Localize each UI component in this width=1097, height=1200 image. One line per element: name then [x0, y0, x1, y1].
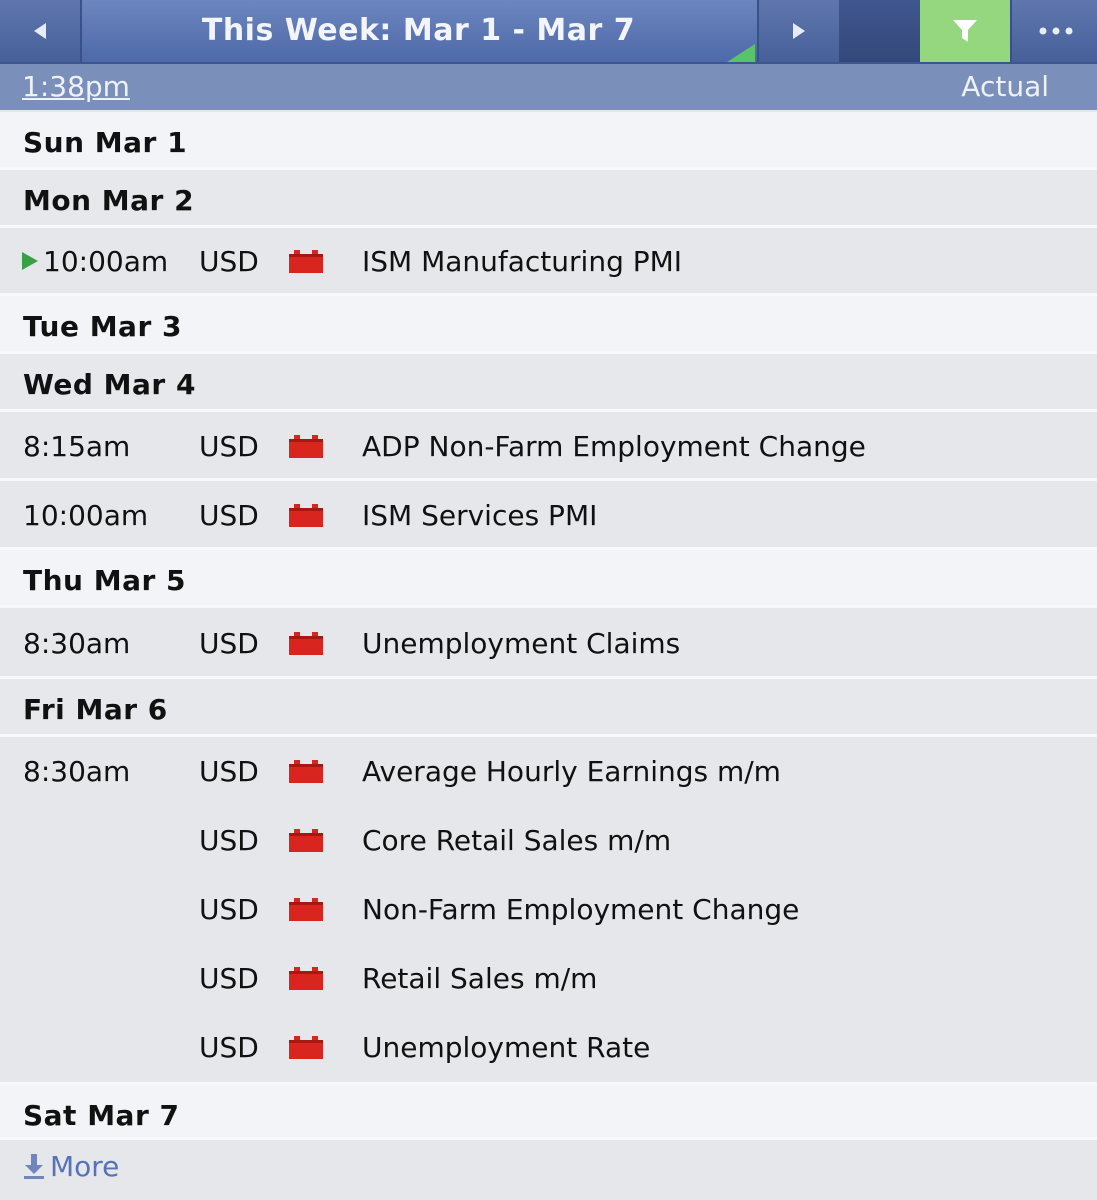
day-label: Mon Mar 2 [23, 184, 195, 217]
day-label: Thu Mar 5 [23, 564, 187, 597]
week-title-button[interactable]: This Week: Mar 1 - Mar 7 [82, 0, 755, 62]
toolbar-spacer [839, 0, 920, 62]
current-time-link[interactable]: 1:38pm [22, 70, 130, 103]
funnel-icon [953, 20, 977, 42]
red-folder-impact-icon [289, 250, 323, 273]
next-event-play-icon [22, 252, 38, 270]
previous-week-button[interactable] [0, 0, 82, 62]
event-name: Core Retail Sales m/m [362, 824, 672, 857]
event-time: 8:30am [23, 627, 131, 660]
day-label: Fri Mar 6 [23, 693, 168, 726]
event-row[interactable]: USD Average Hourly Earnings m/m [0, 737, 1097, 806]
day-label: Tue Mar 3 [23, 310, 182, 343]
day-header: Fri Mar 6 [0, 679, 1097, 737]
day-label: Sat Mar 7 [23, 1099, 180, 1132]
event-currency: USD [199, 1031, 259, 1064]
event-time: 8:15am [23, 430, 131, 463]
event-name: ISM Manufacturing PMI [362, 245, 683, 278]
red-folder-impact-icon [289, 898, 323, 921]
event-name: ADP Non-Farm Employment Change [362, 430, 866, 463]
event-row[interactable]: USD Retail Sales m/m [0, 944, 1097, 1013]
red-folder-impact-icon [289, 1036, 323, 1059]
event-group: 8:30am USD Average Hourly Earnings m/m U… [0, 737, 1097, 1082]
event-row[interactable]: 8:30am USD Unemployment Claims [0, 608, 1097, 679]
event-currency: USD [199, 755, 259, 788]
week-title: This Week: Mar 1 - Mar 7 [201, 13, 636, 48]
filter-button[interactable] [920, 0, 1010, 62]
event-row[interactable]: USD Unemployment Rate [0, 1013, 1097, 1082]
red-folder-impact-icon [289, 504, 323, 527]
event-time: 10:00am [43, 245, 169, 278]
event-row[interactable]: USD Non-Farm Employment Change [0, 875, 1097, 944]
event-currency: USD [199, 627, 259, 660]
day-header: Mon Mar 2 [0, 170, 1097, 228]
next-week-button[interactable] [757, 0, 841, 62]
more-button[interactable]: More [0, 1140, 1097, 1194]
event-currency: USD [199, 499, 259, 532]
event-time: 10:00am [23, 499, 149, 532]
more-options-button[interactable] [1010, 0, 1097, 62]
day-header: Sun Mar 1 [0, 112, 1097, 170]
event-name: ISM Services PMI [362, 499, 598, 532]
event-name: Unemployment Claims [362, 627, 681, 660]
more-label: More [50, 1150, 120, 1183]
event-currency: USD [199, 824, 259, 857]
event-currency: USD [199, 430, 259, 463]
actual-column-header: Actual [961, 70, 1049, 103]
day-header: Sat Mar 7 [0, 1082, 1097, 1140]
event-currency: USD [199, 962, 259, 995]
ellipsis-icon [1039, 27, 1072, 35]
event-row[interactable]: USD Core Retail Sales m/m [0, 806, 1097, 875]
triangle-right-icon [793, 23, 805, 39]
corner-indicator [727, 44, 755, 62]
event-name: Average Hourly Earnings m/m [362, 755, 781, 788]
red-folder-impact-icon [289, 760, 323, 783]
event-currency: USD [199, 893, 259, 926]
event-name: Non-Farm Employment Change [362, 893, 800, 926]
triangle-left-icon [34, 23, 46, 39]
toolbar: This Week: Mar 1 - Mar 7 [0, 0, 1097, 64]
day-header: Tue Mar 3 [0, 296, 1097, 354]
red-folder-impact-icon [289, 829, 323, 852]
download-arrow-icon [24, 1154, 44, 1179]
subheader: 1:38pm Actual [0, 64, 1097, 110]
calendar-list: Sun Mar 1 Mon Mar 2 10:00am USD ISM Manu… [0, 112, 1097, 1194]
day-header: Wed Mar 4 [0, 354, 1097, 412]
event-name: Unemployment Rate [362, 1031, 651, 1064]
event-row[interactable]: 8:15am USD ADP Non-Farm Employment Chang… [0, 412, 1097, 481]
day-label: Wed Mar 4 [23, 368, 196, 401]
event-currency: USD [199, 245, 259, 278]
red-folder-impact-icon [289, 435, 323, 458]
red-folder-impact-icon [289, 967, 323, 990]
day-label: Sun Mar 1 [23, 126, 188, 159]
day-header: Thu Mar 5 [0, 550, 1097, 608]
event-row[interactable]: 10:00am USD ISM Services PMI [0, 481, 1097, 550]
red-folder-impact-icon [289, 632, 323, 655]
event-name: Retail Sales m/m [362, 962, 598, 995]
event-row[interactable]: 10:00am USD ISM Manufacturing PMI [0, 228, 1097, 296]
